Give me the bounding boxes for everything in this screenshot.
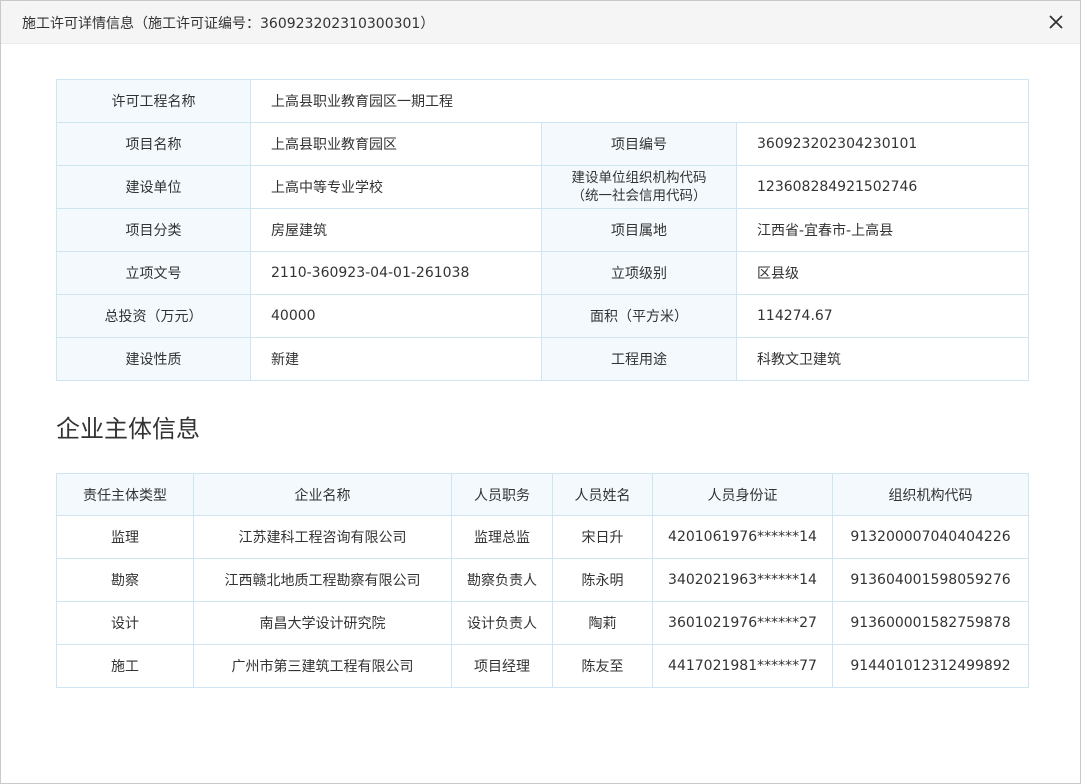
table-cell: 陈友至 [552,644,653,688]
info-value: 上高中等专业学校 [250,165,542,209]
permit-project-name-value: 上高县职业教育园区一期工程 [249,79,1030,123]
column-header: 人员姓名 [552,473,653,516]
table-cell: 项目经理 [451,644,553,688]
table-row: 建设性质 新建 工程用途 科教文卫建筑 [56,337,1030,381]
info-label: 立项级别 [541,251,737,295]
enterprise-table: 责任主体类型 企业名称 人员职务 人员姓名 人员身份证 组织机构代码 监理 江苏… [56,473,1029,688]
info-label: 项目属地 [541,208,737,252]
info-label: 项目编号 [541,122,737,166]
table-cell: 913200007040404226 [832,515,1029,559]
permit-detail-dialog: 施工许可详情信息（施工许可证编号：360923202310300301） 许可工… [0,0,1081,784]
info-label: 工程用途 [541,337,737,381]
table-cell: 913604001598059276 [832,558,1029,602]
table-row: 项目名称 上高县职业教育园区 项目编号 360923202304230101 [56,122,1030,166]
info-label-line: （统一社会信用代码） [571,188,707,204]
info-label: 建设性质 [56,337,251,381]
info-value: 360923202304230101 [735,122,1030,166]
column-header: 企业名称 [193,473,452,516]
table-row: 监理 江苏建科工程咨询有限公司 监理总监 宋日升 4201061976*****… [56,515,1029,559]
info-label: 面积（平方米） [541,294,737,338]
info-value: 2110-360923-04-01-261038 [250,251,542,295]
info-value: 江西省-宜春市-上高县 [735,208,1030,252]
table-row: 勘察 江西赣北地质工程勘察有限公司 勘察负责人 陈永明 3402021963**… [56,558,1029,602]
table-row: 建设单位 上高中等专业学校 建设单位组织机构代码 （统一社会信用代码） 1236… [56,165,1030,209]
table-cell: 4201061976******14 [652,515,833,559]
info-value: 科教文卫建筑 [735,337,1030,381]
info-label: 建设单位 [56,165,251,209]
table-cell: 南昌大学设计研究院 [193,601,452,645]
table-cell: 914401012312499892 [832,644,1029,688]
table-cell: 4417021981******77 [652,644,833,688]
table-cell: 监理 [56,515,194,559]
info-label-multiline: 建设单位组织机构代码 （统一社会信用代码） [541,165,737,209]
table-cell: 3601021976******27 [652,601,833,645]
info-value: 新建 [250,337,542,381]
table-cell: 设计 [56,601,194,645]
close-icon[interactable] [1046,12,1066,32]
column-header: 组织机构代码 [832,473,1029,516]
section-title: 企业主体信息 [56,415,200,443]
info-value: 123608284921502746 [735,165,1030,209]
permit-project-name-label: 许可工程名称 [56,79,251,123]
info-label: 项目分类 [56,208,251,252]
table-cell: 江苏建科工程咨询有限公司 [193,515,452,559]
table-cell: 设计负责人 [451,601,553,645]
table-row: 施工 广州市第三建筑工程有限公司 项目经理 陈友至 4417021981****… [56,644,1029,688]
table-cell: 陶莉 [552,601,653,645]
table-header-row: 责任主体类型 企业名称 人员职务 人员姓名 人员身份证 组织机构代码 [56,473,1029,516]
info-value: 114274.67 [735,294,1030,338]
table-cell: 勘察 [56,558,194,602]
project-info-table: 许可工程名称 上高县职业教育园区一期工程 项目名称 上高县职业教育园区 项目编号… [56,79,1030,381]
table-cell: 宋日升 [552,515,653,559]
table-cell: 913600001582759878 [832,601,1029,645]
info-label: 立项文号 [56,251,251,295]
table-row: 立项文号 2110-360923-04-01-261038 立项级别 区县级 [56,251,1030,295]
table-row: 设计 南昌大学设计研究院 设计负责人 陶莉 3601021976******27… [56,601,1029,645]
table-cell: 陈永明 [552,558,653,602]
info-label: 项目名称 [56,122,251,166]
dialog-content: 许可工程名称 上高县职业教育园区一期工程 项目名称 上高县职业教育园区 项目编号… [56,79,1030,688]
table-cell: 广州市第三建筑工程有限公司 [193,644,452,688]
column-header: 责任主体类型 [56,473,194,516]
info-value: 区县级 [735,251,1030,295]
dialog-header: 施工许可详情信息（施工许可证编号：360923202310300301） [1,1,1080,44]
info-value: 上高县职业教育园区 [250,122,542,166]
info-value: 房屋建筑 [250,208,542,252]
dialog-title: 施工许可详情信息（施工许可证编号：360923202310300301） [22,16,435,32]
table-row: 项目分类 房屋建筑 项目属地 江西省-宜春市-上高县 [56,208,1030,252]
info-label-line: 建设单位组织机构代码 [571,170,707,186]
table-cell: 江西赣北地质工程勘察有限公司 [193,558,452,602]
info-value: 40000 [250,294,542,338]
table-row: 总投资（万元） 40000 面积（平方米） 114274.67 [56,294,1030,338]
table-cell: 3402021963******14 [652,558,833,602]
column-header: 人员身份证 [652,473,833,516]
table-cell: 监理总监 [451,515,553,559]
info-label: 总投资（万元） [56,294,251,338]
column-header: 人员职务 [451,473,553,516]
table-row: 许可工程名称 上高县职业教育园区一期工程 [56,79,1030,123]
table-cell: 施工 [56,644,194,688]
table-cell: 勘察负责人 [451,558,553,602]
